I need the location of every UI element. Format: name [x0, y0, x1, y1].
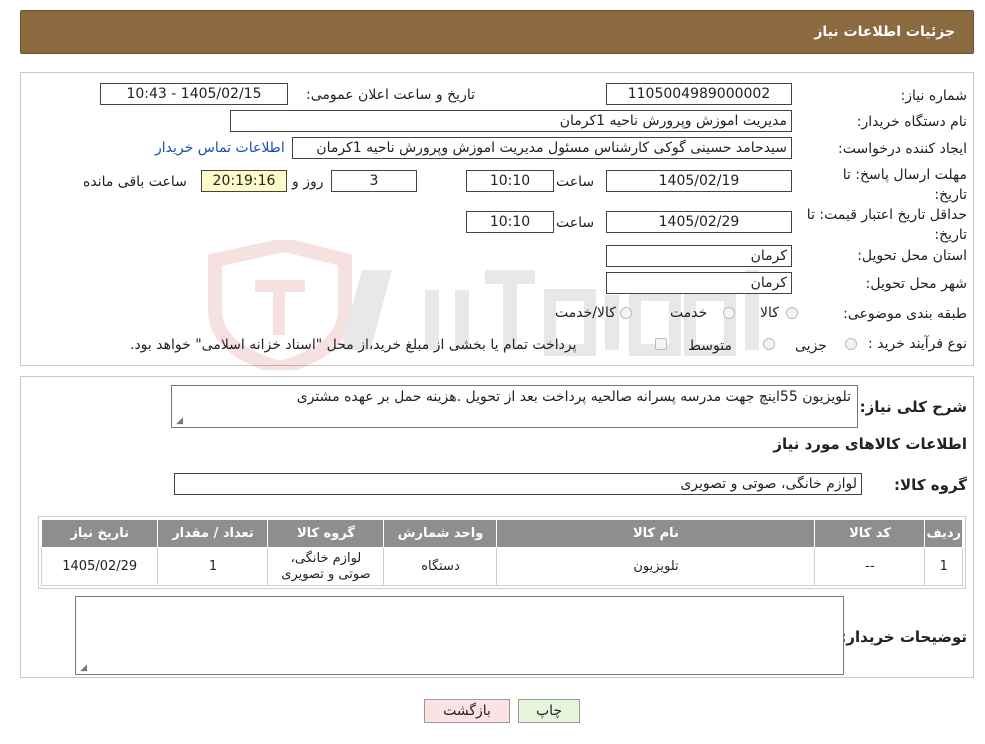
cell-unit: دستگاه — [383, 547, 498, 586]
province-label: استان محل تحویل: — [857, 248, 967, 264]
goods-group-field: لوازم خانگی، صوتی و تصویری — [174, 473, 862, 495]
buyer-org-field: مدیریت اموزش وپرورش ناحیه 1کرمان — [230, 110, 792, 132]
cell-code: -- — [814, 547, 926, 586]
buyer-notes-textarea[interactable]: ◢ — [75, 596, 844, 675]
cell-group: لوازم خانگی، صوتی و تصویری — [267, 547, 385, 586]
need-number-field: 1105004989000002 — [606, 83, 792, 105]
category-radio-goods-service[interactable] — [620, 307, 632, 319]
need-number-label: شماره نیاز: — [900, 88, 968, 104]
validity-label: حداقل تاریخ اعتبار قیمت: تا تاریخ: — [807, 205, 967, 245]
process-option-small: جزیی — [795, 338, 827, 354]
process-note: پرداخت تمام یا بخشی از مبلغ خرید،از محل … — [130, 337, 577, 353]
days-field: 3 — [331, 170, 417, 192]
process-checkbox-treasury[interactable] — [655, 338, 667, 350]
resize-handle-icon: ◢ — [176, 416, 183, 426]
cell-row: 1 — [924, 547, 963, 586]
validity-label-line1: حداقل تاریخ اعتبار قیمت: تا — [806, 207, 967, 223]
creator-label: ایجاد کننده درخواست: — [838, 141, 967, 157]
col-qty: تعداد / مقدار — [157, 519, 269, 548]
remaining-time-field: 20:19:16 — [201, 170, 287, 192]
col-name: نام کالا — [496, 519, 816, 548]
deadline-label: مهلت ارسال پاسخ: تا تاریخ: — [843, 165, 967, 205]
creator-field: سیدحامد حسینی گوکی کارشناس مسئول مدیریت … — [292, 137, 792, 159]
items-table-wrapper: ردیف کد کالا نام کالا واحد شمارش گروه کا… — [38, 516, 966, 589]
description-text: تلویزیون 55اینچ جهت مدرسه پسرانه صالحیه … — [296, 389, 851, 405]
col-date: تاریخ نیاز — [40, 519, 159, 548]
category-option-service: خدمت — [670, 305, 708, 321]
items-table: ردیف کد کالا نام کالا واحد شمارش گروه کا… — [40, 519, 963, 586]
category-radio-service[interactable] — [723, 307, 735, 319]
process-label: نوع فرآیند خرید : — [868, 336, 967, 352]
buyer-notes-label: توضیحات خریدار: — [840, 628, 967, 646]
validity-time-label: ساعت — [556, 215, 595, 231]
deadline-time-label: ساعت — [556, 174, 595, 190]
announce-field: 1405/02/15 - 10:43 — [100, 83, 288, 105]
description-label: شرح کلی نیاز: — [859, 398, 967, 416]
category-option-goods: کالا — [760, 305, 779, 321]
page-title: جزئیات اطلاعات نیاز — [814, 24, 955, 40]
col-row: ردیف — [924, 519, 963, 548]
col-group: گروه کالا — [267, 519, 385, 548]
process-radio-medium[interactable] — [763, 338, 775, 350]
goods-group-label: گروه کالا: — [894, 476, 967, 494]
category-label: طبقه بندی موضوعی: — [843, 306, 967, 322]
validity-time-field: 10:10 — [466, 211, 554, 233]
validity-label-line2: تاریخ: — [934, 227, 967, 243]
process-radio-small[interactable] — [845, 338, 857, 350]
days-label: روز و — [292, 174, 324, 190]
process-option-medium: متوسط — [688, 338, 732, 354]
category-radio-goods[interactable] — [786, 307, 798, 319]
resize-handle-icon: ◢ — [80, 663, 87, 673]
cell-date: 1405/02/29 — [40, 547, 159, 586]
validity-date-field: 1405/02/29 — [606, 211, 792, 233]
remaining-label: ساعت باقی مانده — [83, 174, 187, 190]
goods-section-title: اطلاعات کالاهای مورد نیاز — [773, 435, 967, 453]
announce-label: تاریخ و ساعت اعلان عمومی: — [306, 87, 475, 103]
category-option-goods-service: کالا/خدمت — [555, 305, 616, 321]
deadline-time-field: 10:10 — [466, 170, 554, 192]
deadline-label-line2: تاریخ: — [934, 187, 967, 203]
city-field: کرمان — [606, 272, 792, 294]
buyer-org-label: نام دستگاه خریدار: — [856, 114, 967, 130]
deadline-date-field: 1405/02/19 — [606, 170, 792, 192]
col-code: کد کالا — [814, 519, 926, 548]
province-field: کرمان — [606, 245, 792, 267]
city-label: شهر محل تحویل: — [865, 276, 967, 292]
items-table-header: ردیف کد کالا نام کالا واحد شمارش گروه کا… — [40, 519, 963, 548]
page-header: جزئیات اطلاعات نیاز — [20, 10, 974, 54]
back-button[interactable]: بازگشت — [424, 699, 510, 723]
col-unit: واحد شمارش — [383, 519, 498, 548]
deadline-label-line1: مهلت ارسال پاسخ: تا — [842, 167, 967, 183]
print-button[interactable]: چاپ — [518, 699, 580, 723]
buyer-contact-link[interactable]: اطلاعات تماس خریدار — [155, 140, 285, 156]
description-textarea: تلویزیون 55اینچ جهت مدرسه پسرانه صالحیه … — [171, 385, 858, 428]
cell-name: تلویزیون — [496, 547, 816, 586]
cell-qty: 1 — [157, 547, 269, 586]
table-row: 1 -- تلویزیون دستگاه لوازم خانگی، صوتی و… — [40, 547, 963, 586]
